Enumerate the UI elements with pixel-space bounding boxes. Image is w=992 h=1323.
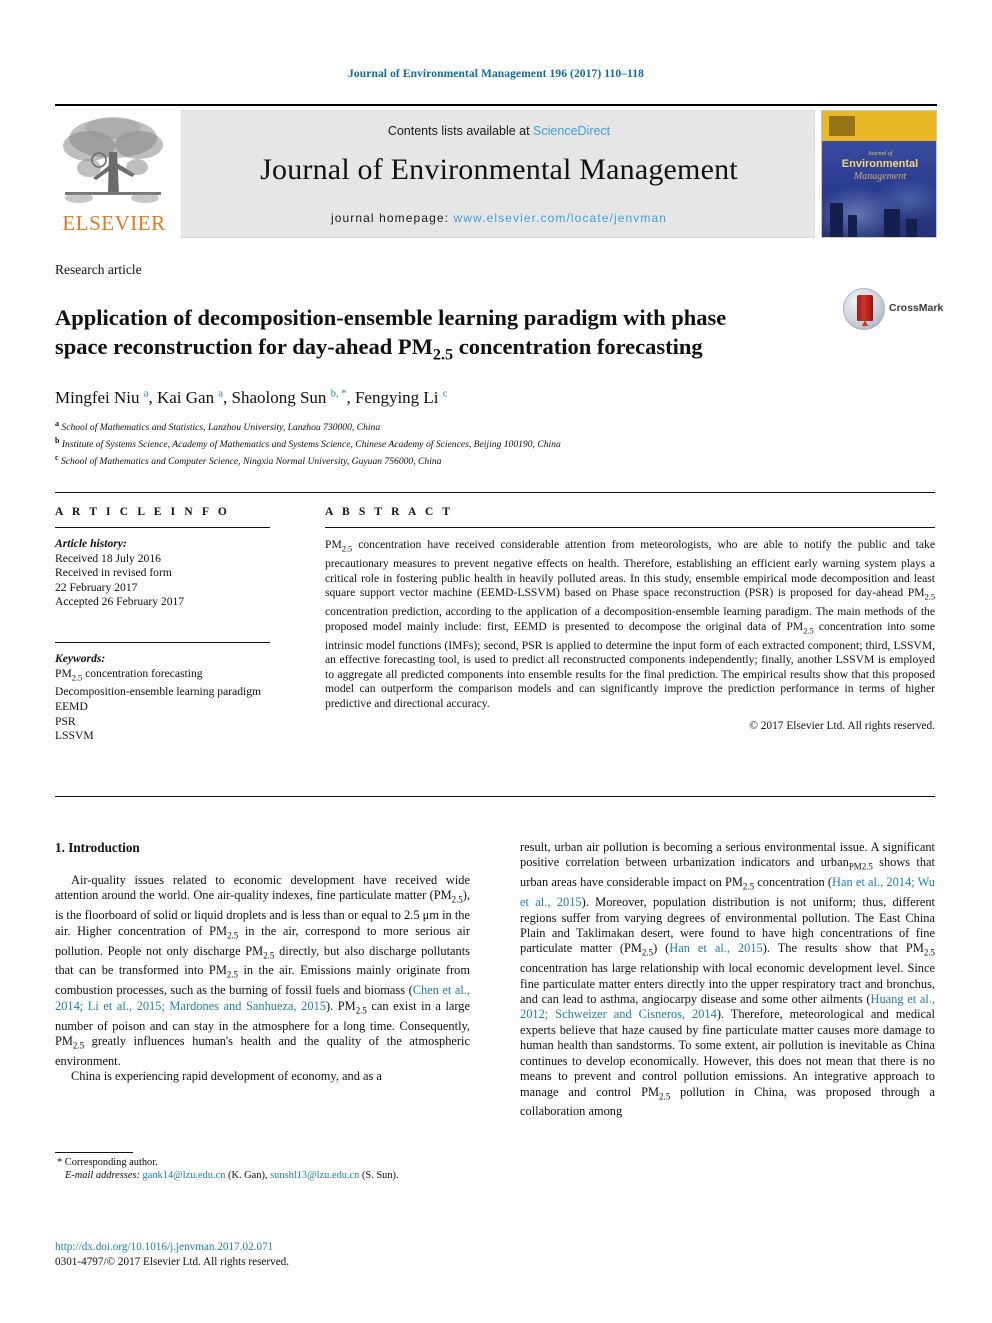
crossmark-book-icon: [857, 295, 873, 326]
keywords-block: Keywords: PM2.5 concentration forecastin…: [55, 641, 270, 744]
intro-left-text: Air-quality issues related to economic d…: [55, 873, 470, 1085]
article-history-block: Article history: Received 18 July 2016 R…: [55, 537, 270, 610]
crossmark-label: CrossMark: [889, 302, 944, 314]
footnote-rule: [55, 1152, 133, 1153]
affiliation-text: School of Mathematics and Computer Scien…: [60, 455, 442, 467]
corresponding-author-note: * Corresponding author.: [57, 1157, 158, 1168]
keyword-item: EEMD: [55, 700, 88, 714]
history-line: Received in revised form: [55, 566, 172, 580]
crossmark-circle-icon: [843, 288, 885, 330]
email-addresses: gank14@lzu.edu.cn (K. Gan), sunshl13@lzu…: [142, 1170, 399, 1182]
affiliation-mark: a: [55, 419, 59, 428]
paragraph: result, urban air pollution is becoming …: [520, 840, 936, 1119]
article-info-heading: A R T I C L E I N F O: [55, 506, 230, 518]
paragraph: Air-quality issues related to economic d…: [55, 873, 471, 1068]
doi-link[interactable]: http://dx.doi.org/10.1016/j.jenvman.2017…: [55, 1240, 475, 1255]
journal-homepage-link[interactable]: www.elsevier.com/locate/jenvman: [454, 211, 668, 225]
running-head: Journal of Environmental Management 196 …: [348, 68, 644, 80]
paper-page: Journal of Environmental Management 196 …: [0, 0, 992, 1323]
history-line: 22 February 2017: [55, 580, 138, 594]
affiliation-item: c School of Mathematics and Computer Sci…: [55, 452, 915, 469]
affiliation-text: Institute of Systems Science, Academy of…: [61, 438, 561, 450]
affiliation-text: School of Mathematics and Statistics, La…: [61, 422, 381, 434]
affiliation-mark: b: [55, 435, 60, 445]
article-info-rule: [55, 527, 270, 528]
journal-homepage-line: journal homepage: www.elsevier.com/locat…: [182, 211, 816, 225]
article-info-column: A R T I C L E I N F O Article history: R…: [55, 506, 270, 744]
article-type-label: Research article: [55, 262, 142, 277]
journal-cover-thumbnail: Journal of Environmental Management: [821, 110, 937, 238]
abstract-column: A B S T R A C T PM2.5 concentration have…: [325, 506, 935, 732]
elsevier-logo: ELSEVIER: [55, 110, 173, 238]
sciencedirect-link[interactable]: ScienceDirect: [533, 124, 610, 138]
abstract-rule: [325, 527, 935, 528]
affiliation-list: a School of Mathematics and Statistics, …: [55, 418, 915, 468]
cover-smokestack: [906, 219, 917, 237]
abstract-text: PM2.5 concentration have received consid…: [325, 538, 936, 710]
affiliation-item: a School of Mathematics and Statistics, …: [55, 418, 915, 435]
paragraph: China is experiencing rapid development …: [71, 1069, 382, 1084]
keyword-item: PM2.5 concentration forecasting: [55, 666, 203, 682]
cover-smokestack: [830, 203, 843, 237]
cover-line-environmental: Environmental: [841, 158, 919, 170]
keyword-item: LSSVM: [55, 729, 94, 743]
homepage-prefix: journal homepage:: [330, 211, 454, 225]
keyword-item: PSR: [55, 714, 76, 728]
journal-title: Journal of Environmental Management: [260, 153, 738, 186]
doi-block: http://dx.doi.org/10.1016/j.jenvman.2017…: [55, 1240, 475, 1270]
body-column-left: 1. Introduction Air-quality issues relat…: [55, 840, 470, 1085]
email-line: E-mail addresses: gank14@lzu.edu.cn (K. …: [55, 1169, 470, 1182]
crossmark-badge[interactable]: CrossMark: [843, 288, 943, 330]
cover-line-management: Management: [853, 171, 907, 182]
history-line: Received 18 July 2016: [55, 551, 161, 565]
keyword-item: Decomposition-ensemble learning paradigm: [55, 685, 262, 699]
history-line: Accepted 26 February 2017: [55, 595, 185, 609]
body-column-right: result, urban air pollution is becoming …: [520, 840, 935, 1120]
affiliation-item: b Institute of Systems Science, Academy …: [55, 435, 915, 452]
journal-masthead: ELSEVIER Contents lists available at Sci…: [55, 104, 937, 238]
elsevier-wordmark: ELSEVIER: [62, 211, 166, 235]
affiliation-mark: c: [55, 452, 59, 462]
article-history-label: Article history:: [55, 537, 127, 550]
cover-smokestack: [848, 215, 857, 237]
issn-copyright-line: 0301-4797/© 2017 Elsevier Ltd. All right…: [55, 1256, 290, 1268]
abstract-copyright: © 2017 Elsevier Ltd. All rights reserved…: [749, 720, 935, 733]
info-bottom-rule: [55, 796, 935, 797]
elsevier-tree-icon: [59, 112, 167, 212]
contents-list-line: Contents lists available at ScienceDirec…: [182, 124, 816, 138]
abstract-heading: A B S T R A C T: [325, 506, 454, 518]
email-addresses-label: E-mail addresses:: [65, 1170, 140, 1182]
page-title: Application of decomposition-ensemble le…: [55, 305, 727, 364]
intro-right-text: result, urban air pollution is becoming …: [520, 840, 935, 1120]
cover-smokestack: [884, 209, 900, 237]
keywords-label: Keywords:: [55, 651, 106, 665]
footnote-block: * Corresponding author. E-mail addresses…: [55, 1156, 470, 1183]
masthead-center-band: Contents lists available at ScienceDirec…: [181, 110, 815, 238]
author-list: Mingfei Niu a, Kai Gan a, Shaolong Sun b…: [55, 388, 448, 407]
contents-prefix: Contents lists available at: [387, 124, 534, 138]
section-heading-introduction: 1. Introduction: [55, 840, 140, 855]
keywords-rule: [55, 641, 270, 643]
cover-line-journal: Journal of: [867, 151, 893, 157]
info-top-rule: [55, 492, 935, 493]
cover-elsevier-mark-icon: [829, 116, 855, 136]
